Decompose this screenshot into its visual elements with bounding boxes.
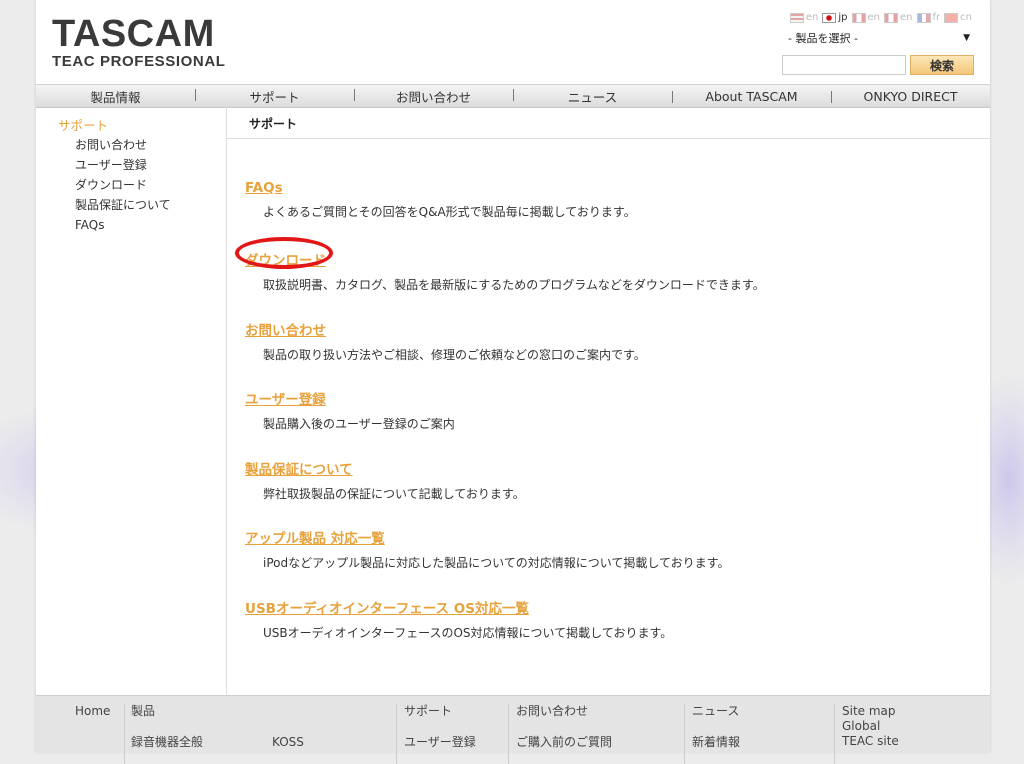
- footer-new-info-link[interactable]: 新着情報: [692, 735, 740, 750]
- logo-sub-text: TEAC PROFESSIONAL: [52, 53, 226, 70]
- nav-news[interactable]: ニュース: [513, 87, 672, 106]
- footer-divider: [508, 704, 509, 764]
- footer-col-home: Home: [75, 704, 110, 719]
- footer-before-purchase-link[interactable]: ご購入前のご質問: [516, 735, 612, 750]
- footer-col-contact: お問い合わせ ご購入前のご質問: [516, 704, 612, 750]
- footer-news-link[interactable]: ニュース: [692, 704, 740, 719]
- footer-support-link[interactable]: サポート: [404, 704, 476, 719]
- entry-user-registration: ユーザー登録 製品購入後のユーザー登録のご案内: [245, 388, 455, 432]
- jp-flag-icon: [822, 12, 837, 23]
- entry-usb-audio-os: USBオーディオインターフェース OS対応一覧 USBオーディオインターフェース…: [245, 597, 672, 641]
- lang-label: jp: [838, 12, 848, 23]
- lang-cn[interactable]: cn: [944, 12, 972, 23]
- lang-label: cn: [960, 12, 972, 23]
- entry-apple-products-link[interactable]: アップル製品 対応一覧: [245, 527, 729, 547]
- footer-global-link[interactable]: Global: [842, 719, 899, 734]
- breadcrumb: サポート: [249, 117, 298, 131]
- dropdown-arrow-icon: ▼: [963, 33, 970, 43]
- lang-label: en: [867, 12, 881, 23]
- search-input[interactable]: [782, 55, 906, 75]
- footer-contact-link[interactable]: お問い合わせ: [516, 704, 612, 719]
- nav-onkyo-direct[interactable]: ONKYO DIRECT: [831, 89, 990, 104]
- entry-usb-audio-os-link[interactable]: USBオーディオインターフェース OS対応一覧: [245, 597, 672, 617]
- footer: Home 製品 録音機器全般 KOSS サポート ユーザー登録 お問い合わせ ご…: [36, 695, 990, 764]
- entry-user-registration-desc: 製品購入後のユーザー登録のご案内: [263, 417, 455, 431]
- nav-products[interactable]: 製品情報: [36, 87, 195, 106]
- sidebar-item-faqs[interactable]: FAQs: [75, 215, 171, 235]
- footer-home-link[interactable]: Home: [75, 704, 110, 719]
- cn-flag-icon: [944, 12, 959, 23]
- sidebar-item-warranty[interactable]: 製品保証について: [75, 195, 171, 215]
- ca-flag-icon: [851, 12, 866, 23]
- lang-label: fr: [932, 12, 941, 23]
- footer-products-link[interactable]: 製品: [131, 704, 203, 719]
- entry-faqs-desc: よくあるご質問とその回答をQ&A形式で製品毎に掲載しております。: [263, 205, 636, 219]
- product-select-dropdown[interactable]: - 製品を選択 - ▼: [784, 30, 974, 46]
- breadcrumb-divider: [227, 138, 990, 139]
- tascam-logo[interactable]: TASCAM TEAC PROFESSIONAL: [52, 14, 226, 70]
- footer-divider: [124, 704, 125, 764]
- entry-usb-audio-os-desc: USBオーディオインターフェースのOS対応情報について掲載しております。: [263, 626, 673, 640]
- main-nav: 製品情報 サポート お問い合わせ ニュース About TASCAM ONKYO…: [36, 84, 990, 108]
- entry-user-registration-link[interactable]: ユーザー登録: [245, 388, 455, 408]
- footer-col-support: サポート ユーザー登録: [404, 704, 476, 750]
- entry-apple-products-desc: iPodなどアップル製品に対応した製品についての対応情報について掲載しております…: [263, 556, 730, 570]
- footer-col-koss: KOSS: [272, 735, 304, 750]
- sidebar: サポート お問い合わせ ユーザー登録 ダウンロード 製品保証について FAQs: [36, 107, 227, 695]
- nav-about-tascam[interactable]: About TASCAM: [672, 89, 831, 104]
- lang-label: en: [805, 12, 819, 23]
- footer-col-products: 製品 録音機器全般: [131, 704, 203, 750]
- entry-apple-products: アップル製品 対応一覧 iPodなどアップル製品に対応した製品についての対応情報…: [245, 527, 729, 571]
- ca-flag-icon: [884, 12, 899, 23]
- main-content: サポート FAQs よくあるご質問とその回答をQ&A形式で製品毎に掲載しておりま…: [227, 107, 990, 695]
- sidebar-heading[interactable]: サポート: [58, 115, 108, 134]
- footer-teac-site-link[interactable]: TEAC site: [842, 734, 899, 749]
- lang-jp[interactable]: jp: [822, 12, 848, 23]
- entry-warranty-desc: 弊社取扱製品の保証について記載しております。: [263, 487, 525, 501]
- sidebar-item-contact[interactable]: お問い合わせ: [75, 135, 171, 155]
- entry-download: ダウンロード 取扱説明書、カタログ、製品を最新版にするためのプログラムなどをダウ…: [235, 237, 765, 293]
- entry-contact-link[interactable]: お問い合わせ: [245, 319, 646, 339]
- footer-divider: [396, 704, 397, 764]
- lang-en-ca[interactable]: en: [851, 12, 881, 23]
- search-button[interactable]: 検索: [910, 55, 974, 75]
- language-selector: en jp en en fr cn: [789, 12, 972, 23]
- lang-en-ca-2[interactable]: en: [884, 12, 913, 23]
- us-flag-icon: [789, 12, 804, 23]
- footer-col-news: ニュース 新着情報: [692, 704, 740, 750]
- logo-main-text: TASCAM: [52, 13, 215, 55]
- nav-contact[interactable]: お問い合わせ: [354, 87, 513, 106]
- entry-contact-desc: 製品の取り扱い方法やご相談、修理のご依頼などの窓口のご案内です。: [263, 348, 646, 362]
- sidebar-list: お問い合わせ ユーザー登録 ダウンロード 製品保証について FAQs: [75, 135, 171, 235]
- page-container: TASCAM TEAC PROFESSIONAL en jp en en fr …: [36, 0, 990, 764]
- lang-en-us[interactable]: en: [789, 12, 819, 23]
- entry-warranty: 製品保証について 弊社取扱製品の保証について記載しております。: [245, 458, 525, 502]
- footer-sitemap-link[interactable]: Site map: [842, 704, 899, 719]
- sidebar-item-download[interactable]: ダウンロード: [75, 175, 171, 195]
- fr-flag-icon: [916, 12, 931, 23]
- lang-fr[interactable]: fr: [916, 12, 941, 23]
- sidebar-item-user-registration[interactable]: ユーザー登録: [75, 155, 171, 175]
- entry-warranty-link[interactable]: 製品保証について: [245, 458, 525, 478]
- entry-download-link[interactable]: ダウンロード: [245, 249, 765, 269]
- entry-faqs: FAQs よくあるご質問とその回答をQ&A形式で製品毎に掲載しております。: [245, 180, 636, 220]
- entry-faqs-link[interactable]: FAQs: [245, 180, 636, 196]
- lang-label: en: [900, 12, 913, 23]
- footer-products-all-link[interactable]: 録音機器全般: [131, 735, 203, 750]
- footer-koss-link[interactable]: KOSS: [272, 735, 304, 750]
- entry-contact: お問い合わせ 製品の取り扱い方法やご相談、修理のご依頼などの窓口のご案内です。: [245, 319, 646, 363]
- product-select-value: - 製品を選択 -: [788, 32, 858, 45]
- footer-col-sitemap: Site map Global TEAC site: [842, 704, 899, 749]
- footer-divider: [834, 704, 835, 764]
- footer-divider: [684, 704, 685, 764]
- footer-user-reg-link[interactable]: ユーザー登録: [404, 735, 476, 750]
- nav-support[interactable]: サポート: [195, 87, 354, 106]
- entry-download-desc: 取扱説明書、カタログ、製品を最新版にするためのプログラムなどをダウンロードできま…: [263, 278, 765, 292]
